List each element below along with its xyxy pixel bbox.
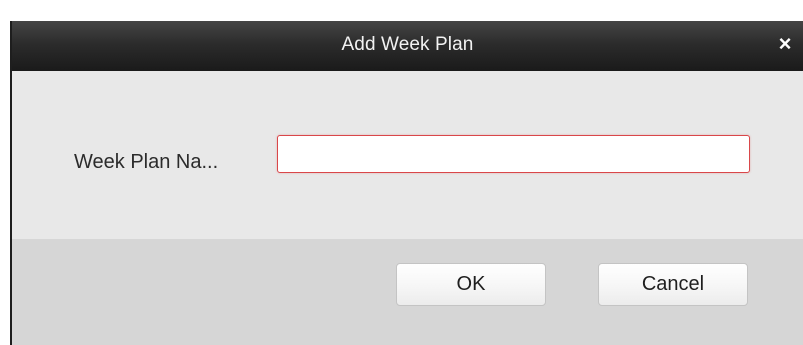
dialog-title: Add Week Plan — [341, 34, 474, 55]
dialog-footer: OK Cancel — [12, 239, 803, 345]
week-plan-name-input[interactable] — [277, 135, 750, 173]
background-strip — [0, 0, 803, 21]
week-plan-name-label: Week Plan Na... — [74, 151, 219, 173]
close-icon[interactable]: × — [773, 33, 797, 57]
dialog-title-bar[interactable]: Add Week Plan × — [12, 21, 803, 71]
cancel-button[interactable]: Cancel — [598, 263, 748, 306]
ok-button[interactable]: OK — [396, 263, 546, 306]
dialog-content: Week Plan Na... — [12, 71, 803, 239]
add-week-plan-dialog: Add Week Plan × Week Plan Na... OK Cance… — [10, 21, 803, 345]
